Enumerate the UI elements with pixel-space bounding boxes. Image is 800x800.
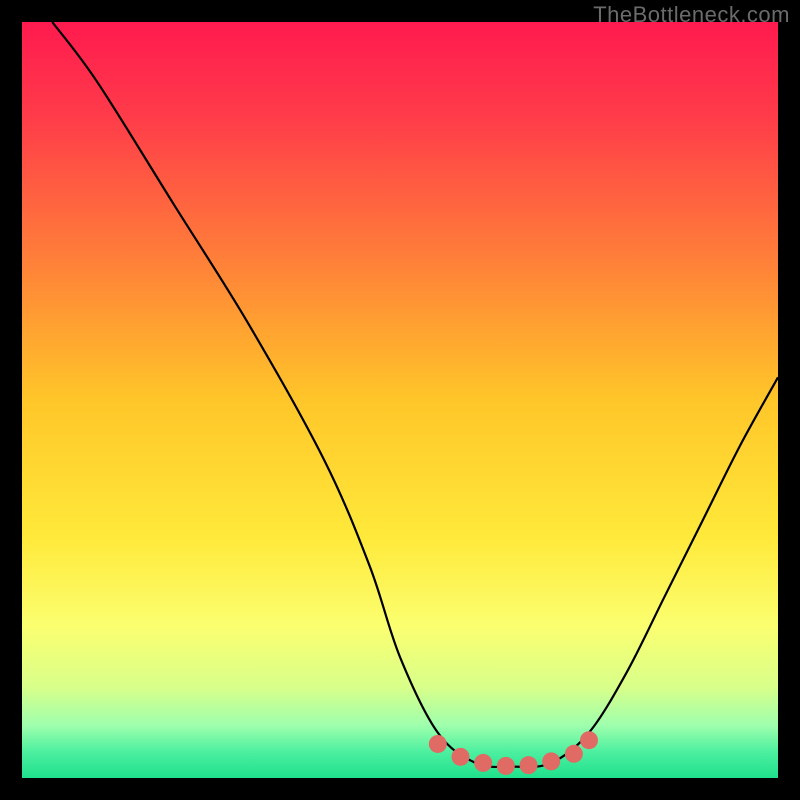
optimal-marker (451, 748, 469, 766)
bottleneck-chart (22, 22, 778, 778)
optimal-marker (542, 752, 560, 770)
optimal-marker (474, 754, 492, 772)
chart-background (22, 22, 778, 778)
optimal-marker (580, 731, 598, 749)
chart-frame (22, 22, 778, 778)
optimal-marker (565, 745, 583, 763)
optimal-marker (429, 735, 447, 753)
optimal-marker (497, 757, 515, 775)
optimal-marker (520, 756, 538, 774)
